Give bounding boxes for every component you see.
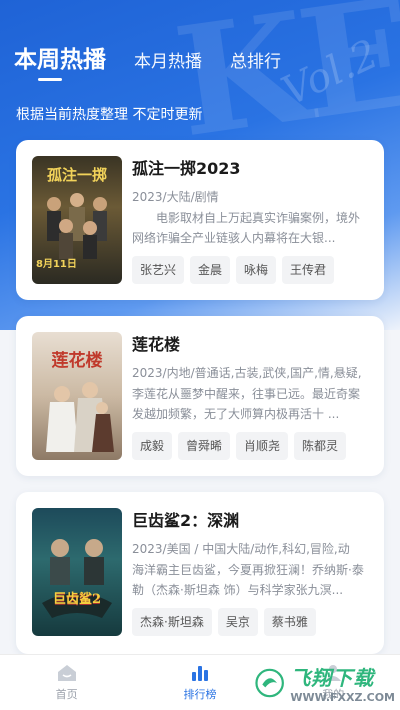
active-tab-indicator: [38, 78, 62, 81]
nav-ranking-label: 排行榜: [183, 687, 217, 701]
tab-this-month[interactable]: 本月热播: [134, 47, 202, 74]
tab-this-week[interactable]: 本周热播: [14, 40, 106, 74]
movie-poster: 孤注一掷 8月11日: [32, 156, 122, 284]
watermark-logo-icon: [255, 668, 284, 698]
movie-desc: 海洋霸主巨齿鲨，今夏再掀狂澜！乔纳斯·泰勒（杰森·斯坦森 饰）与科学家张九溟..…: [132, 563, 364, 597]
watermark: 飞翔下载 WWW.FXXZ.COM: [255, 660, 395, 706]
cast-tags: 张艺兴 金晨 咏梅 王传君: [132, 256, 370, 284]
cast-tag[interactable]: 陈都灵: [294, 432, 347, 460]
bar-chart-icon: [191, 665, 208, 681]
cast-tag[interactable]: 金晨: [190, 256, 231, 284]
cast-tag[interactable]: 蔡书雅: [263, 608, 316, 636]
movie-title: 莲花楼: [132, 335, 181, 354]
movie-meta: 2023/内地/普通话,古装,武侠,国产,情,悬疑,: [132, 366, 362, 380]
ranking-tabs: 本周热播 本月热播 总排行: [14, 40, 309, 74]
cast-tag[interactable]: 咏梅: [236, 256, 277, 284]
movie-title: 孤注一掷2023: [132, 159, 241, 178]
nav-home[interactable]: 首页: [0, 655, 133, 710]
nav-home-label: 首页: [55, 687, 78, 701]
cast-tag[interactable]: 王传君: [282, 256, 335, 284]
movie-desc: 电影取材自上万起真实诈骗案例，境外网络诈骗全产业链骇人内幕将在大银...: [132, 211, 361, 245]
movie-desc: 李莲花从噩梦中醒来，往事已远。最近奇案发越加频繁，无了大师算内极再活十 ...: [132, 387, 361, 421]
watermark-url: WWW.FXXZ.COM: [290, 691, 395, 704]
movie-card[interactable]: 孤注一掷 8月11日 孤注一掷2023 2023/大陆/剧情 电影取材自上万起真…: [16, 140, 384, 300]
movie-title: 巨齿鲨2：深渊: [132, 511, 240, 530]
page-subtitle: 根据当前热度整理 不定时更新: [16, 107, 203, 123]
cast-tag[interactable]: 成毅: [132, 432, 173, 460]
tab-overall[interactable]: 总排行: [230, 47, 281, 74]
poster-art: [42, 539, 112, 618]
nav-ranking[interactable]: 排行榜: [133, 655, 266, 710]
movie-meta: 2023/大陆/剧情: [132, 190, 219, 204]
cast-tag[interactable]: 杰森·斯坦森: [132, 608, 212, 636]
cast-tag[interactable]: 肖顺尧: [236, 432, 289, 460]
cast-tags: 杰森·斯坦森 吴京 蔡书雅: [132, 608, 370, 636]
movie-poster: 巨齿鲨2: [32, 508, 122, 636]
watermark-title: 飞翔下载: [290, 666, 375, 690]
cast-tag[interactable]: 张艺兴: [132, 256, 185, 284]
movie-card[interactable]: 巨齿鲨2 巨齿鲨2：深渊 2023/美国 / 中国大陆/动作,科幻,冒险,动 海…: [16, 492, 384, 654]
home-icon: [57, 664, 76, 681]
poster-art: [46, 382, 114, 452]
cast-tag[interactable]: 曾舜晞: [178, 432, 231, 460]
movie-card[interactable]: 莲花楼 莲花楼 2023/内地/普通话,古装,武侠,国产,情,悬疑, 李莲花从噩…: [16, 316, 384, 476]
cast-tag[interactable]: 吴京: [217, 608, 258, 636]
movie-poster: 莲花楼: [32, 332, 122, 460]
cast-tags: 成毅 曾舜晞 肖顺尧 陈都灵: [132, 432, 370, 460]
movie-meta: 2023/美国 / 中国大陆/动作,科幻,冒险,动: [132, 542, 350, 556]
